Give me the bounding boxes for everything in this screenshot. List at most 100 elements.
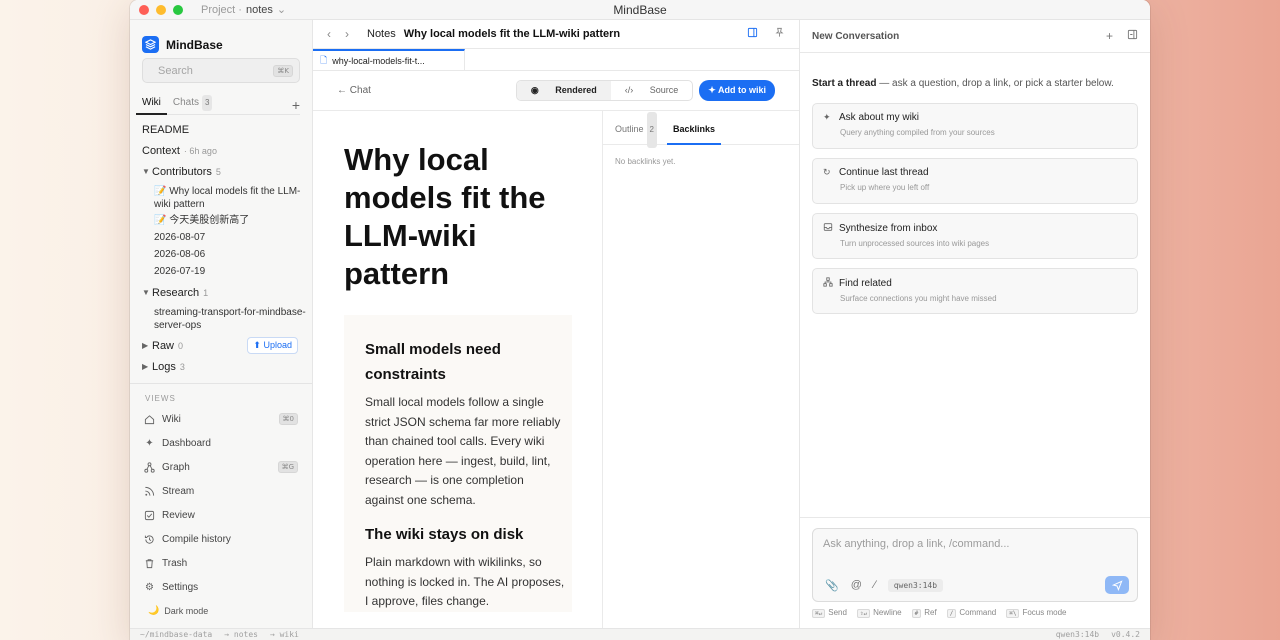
document-tab[interactable]: 🗋 why-local-models-fit-t... [313,49,465,70]
rendered-button[interactable]: ◉ Rendered [516,81,611,100]
tree-child-doc[interactable]: 📝 今天美股创新高了 [130,214,312,227]
model-selector[interactable]: qwen3:14b [887,578,944,592]
chat-input-placeholder: Ask anything, drop a link, /command... [823,538,1010,550]
nav-item-review[interactable]: Review [130,503,312,527]
source-label: Source [649,85,679,95]
forward-button[interactable]: › [345,27,349,41]
pin-icon[interactable] [774,27,785,41]
nav-item-wiki[interactable]: Wiki ⌘0 [130,407,312,431]
hint-label: Newline [873,608,902,617]
tree-child-doc[interactable]: streaming-transport-for-mindbase-server-… [130,306,312,332]
tree-group-label: Logs [152,360,176,373]
history-icon [144,534,155,545]
tree-child-date[interactable]: 2026-08-06 [130,248,312,261]
chat-link-label: Chat [349,85,371,96]
document-pane: ‹ › Notes Why local models fit the LLM-w… [313,20,800,628]
document-tabs: 🗋 why-local-models-fit-t... [313,49,799,71]
search-placeholder: Search [158,64,193,77]
nav-item-stream[interactable]: Stream [130,479,312,503]
tree-group-logs[interactable]: ▶ Logs 3 [130,356,312,377]
slash-command-icon[interactable]: ∕ [874,579,876,591]
section-body: Small local models follow a single stric… [365,395,561,507]
chat-input[interactable]: Ask anything, drop a link, /command... 📎… [812,528,1138,602]
nav-item-trash[interactable]: Trash [130,551,312,575]
send-icon [1111,579,1123,591]
project-switcher[interactable]: Project · notes ⌄ [201,3,287,17]
starter-title: Synthesize from inbox [839,222,938,234]
starter-card[interactable]: ↻ Continue last thread Pick up where you … [812,158,1138,204]
caret-down-icon: ▼ [142,288,150,297]
tree-group-count: 1 [203,287,209,298]
network-icon [823,277,834,289]
tree-item-context[interactable]: Context · 6h ago [130,140,312,161]
nav-item-label: Compile history [162,533,231,545]
chevron-down-icon: ⌄ [276,4,287,16]
graph-icon [144,461,155,473]
close-window-button[interactable] [139,4,149,15]
chat-pane: New Conversation + Start a thread — ask … [800,20,1150,628]
tree-group-label: Contributors [152,165,212,178]
intro-text: — ask a question, drop a link, or pick a… [876,78,1114,89]
add-button[interactable]: + [292,98,300,112]
eye-icon: ◉ [530,85,542,95]
checkbox-icon [144,510,155,521]
rss-icon [144,486,155,497]
status-path: → notes [224,630,258,639]
hint-key: ⌘↵ [812,609,826,618]
hint: ⌘↵ Send [812,608,847,618]
tree-group-raw[interactable]: ▶ Raw 0 ⬆ Upload [130,335,312,356]
chat-link[interactable]: ← Chat [337,85,371,96]
nav-item-settings[interactable]: ⚙ Settings [130,575,312,599]
search-shortcut: ⌘K [273,64,293,77]
tab-backlinks[interactable]: Backlinks [666,111,722,145]
tree-child-doc[interactable]: 📝 Why local models fit the LLM-wiki patt… [130,185,312,211]
search-input[interactable]: Search ⌘K [142,58,300,83]
minimize-window-button[interactable] [156,4,166,15]
moon-icon: 🌙 [148,605,160,615]
note-icon: 📝 [154,186,170,197]
tree-item-label: Context [142,144,180,157]
chat-header: New Conversation + [800,20,1150,53]
send-button[interactable] [1105,576,1129,594]
attach-icon[interactable]: 📎 [825,579,839,592]
collapse-panel-icon[interactable] [1127,29,1138,43]
upload-button[interactable]: ⬆ Upload [247,337,298,354]
maximize-window-button[interactable] [173,4,183,15]
hint: ⌘\ Focus mode [1006,608,1067,618]
tree-group-count: 0 [178,340,184,351]
nav-item-dashboard[interactable]: ✦ Dashboard [130,431,312,455]
tab-wiki[interactable]: Wiki [136,95,167,115]
nav-item-label: Dashboard [162,437,211,449]
hint-label: Command [959,608,997,617]
starter-card[interactable]: Synthesize from inbox Turn unprocessed s… [812,213,1138,259]
tree-group-count: 3 [179,361,185,372]
new-chat-button[interactable]: + [1106,29,1113,43]
nav-item-compile-history[interactable]: Compile history [130,527,312,551]
tree-item-readme[interactable]: README [130,119,312,140]
sparkle-icon: ✦ [823,112,831,122]
tree-child-label: 今天美股创新高了 [169,215,250,226]
breadcrumb-parent[interactable]: Notes [367,28,396,40]
tab-outline[interactable]: Outline 2 [615,111,657,148]
dark-mode-toggle[interactable]: 🌙 Dark mode [130,605,312,616]
mention-icon[interactable]: @ [851,579,862,591]
section-body: Plain markdown with wikilinks, so nothin… [365,555,565,608]
nav-item-label: Trash [162,557,188,569]
tree-child-date[interactable]: 2026-08-07 [130,231,312,244]
hint-label: Ref [924,608,937,617]
nav-item-graph[interactable]: Graph ⌘G [130,455,312,479]
tree-group-contributors[interactable]: ▼ Contributors 5 [130,161,312,182]
nav-shortcut: ⌘0 [278,413,298,425]
tab-outline-label: Outline [615,123,644,134]
add-to-wiki-label: Add to wiki [718,85,766,95]
tree-child-date[interactable]: 2026-07-19 [130,265,312,278]
starter-card[interactable]: Find related Surface connections you mig… [812,268,1138,314]
source-button[interactable]: ‹/› Source [611,81,693,100]
split-view-icon[interactable] [747,27,758,41]
tree-group-research[interactable]: ▼ Research 1 [130,282,312,303]
starter-card[interactable]: ✦ Ask about my wiki Query anything compil… [812,103,1138,149]
add-to-wiki-button[interactable]: ✦ Add to wiki [699,80,775,101]
tab-chats[interactable]: Chats 3 [167,94,219,115]
back-button[interactable]: ‹ [327,27,331,41]
starter-desc: Query anything compiled from your source… [840,128,995,137]
